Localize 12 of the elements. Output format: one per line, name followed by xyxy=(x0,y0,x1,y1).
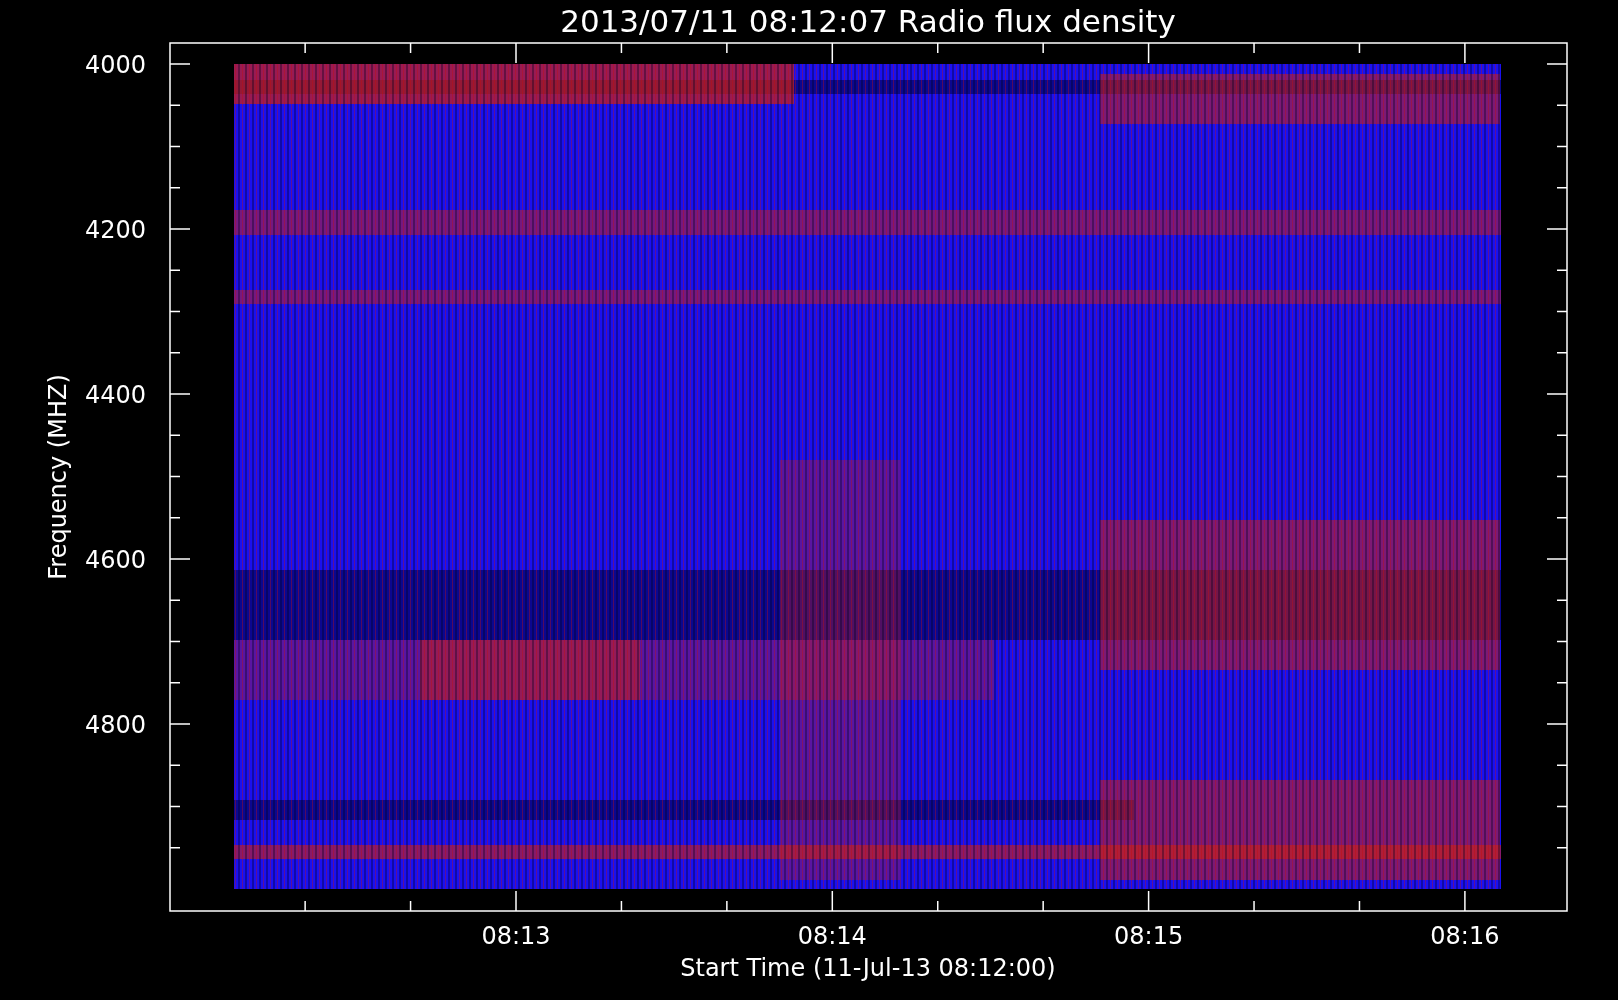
y-tick-label: 4400 xyxy=(84,381,146,409)
x-tick-label: 08:13 xyxy=(481,922,551,950)
x-axis-label: Start Time (11-Jul-13 08:12:00) xyxy=(680,954,1056,982)
x-tick-label: 08:16 xyxy=(1430,922,1500,950)
chart-title: 2013/07/11 08:12:07 Radio flux density xyxy=(560,3,1176,39)
y-tick-label: 4200 xyxy=(84,216,146,244)
x-tick-label: 08:14 xyxy=(797,922,867,950)
y-axis-label: Frequency (MHZ) xyxy=(44,374,72,580)
y-tick-label: 4800 xyxy=(84,711,146,739)
y-tick-label: 4600 xyxy=(84,546,146,574)
y-tick-label: 4000 xyxy=(84,51,146,79)
x-tick-label: 08:15 xyxy=(1114,922,1184,950)
